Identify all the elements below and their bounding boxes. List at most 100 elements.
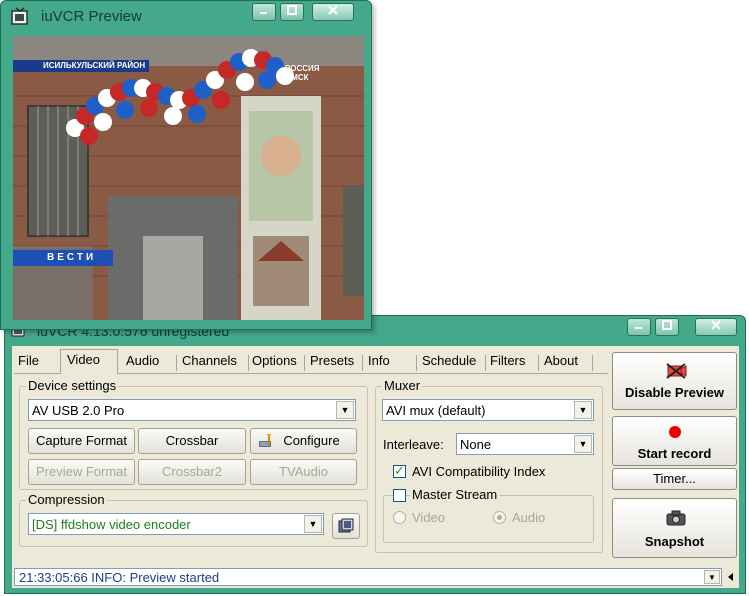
crossbar2-button[interactable]: Crossbar2 bbox=[138, 459, 246, 485]
tab-separator bbox=[416, 355, 417, 371]
tab-label: Channels bbox=[182, 353, 237, 368]
channel-logo: РОССИЯ ОМСК bbox=[285, 64, 320, 82]
start-record-button[interactable]: Start record bbox=[612, 416, 737, 466]
chevron-down-icon[interactable]: ▼ bbox=[304, 515, 322, 533]
preview-close-button[interactable] bbox=[312, 3, 354, 21]
video-preview: ИСИЛЬКУЛЬСКИЙ РАЙОН РОССИЯ ОМСК ВЕСТИ bbox=[13, 36, 364, 320]
disable-preview-label: Disable Preview bbox=[625, 385, 724, 400]
status-log[interactable]: 21:33:05:66 INFO: Preview started ▼ bbox=[14, 568, 722, 586]
radio-video-label: Video bbox=[412, 510, 446, 525]
codec-settings-button[interactable] bbox=[332, 513, 360, 539]
news-logo-text: ВЕСТИ bbox=[47, 252, 97, 263]
tab-separator bbox=[538, 355, 539, 371]
maximize-button[interactable] bbox=[655, 318, 679, 336]
muxer-select[interactable]: AVI mux (default) ▼ bbox=[382, 399, 594, 421]
compression-group: Compression [DS] ffdshow video encoder ▼ bbox=[19, 492, 368, 547]
radio-audio[interactable] bbox=[493, 511, 506, 524]
tab-info[interactable]: Info bbox=[364, 351, 416, 373]
tab-separator bbox=[592, 355, 593, 371]
tab-label: File bbox=[18, 353, 39, 368]
close-button[interactable] bbox=[695, 318, 737, 336]
interleave-select[interactable]: None ▼ bbox=[456, 433, 594, 455]
tab-about[interactable]: About bbox=[540, 351, 594, 373]
snapshot-button[interactable]: Snapshot bbox=[612, 498, 737, 558]
preview-off-icon bbox=[666, 363, 687, 379]
codec-value: [DS] ffdshow video encoder bbox=[32, 517, 191, 532]
app-icon bbox=[11, 7, 28, 25]
radio-video[interactable] bbox=[393, 511, 406, 524]
codec-settings-icon bbox=[338, 518, 354, 533]
news-logo: ВЕСТИ bbox=[13, 250, 113, 266]
maximize-icon bbox=[662, 320, 672, 330]
scroll-left-icon[interactable] bbox=[727, 572, 735, 582]
main-client-area: File Video Audio Channels Options Preset… bbox=[12, 346, 739, 588]
avi-index-checkbox[interactable]: ✓ bbox=[393, 463, 406, 478]
device-value: AV USB 2.0 Pro bbox=[32, 403, 125, 418]
tab-video[interactable]: Video bbox=[60, 349, 118, 374]
timer-button[interactable]: Timer... bbox=[612, 468, 737, 490]
close-icon bbox=[711, 320, 721, 330]
region-caption: ИСИЛЬКУЛЬСКИЙ РАЙОН bbox=[13, 60, 150, 72]
preview-format-button[interactable]: Preview Format bbox=[28, 459, 135, 485]
tab-filters[interactable]: Filters bbox=[486, 351, 538, 373]
crossbar-button[interactable]: Crossbar bbox=[138, 428, 246, 454]
camera-icon bbox=[666, 510, 686, 526]
device-settings-label: Device settings bbox=[26, 378, 119, 393]
master-stream-checkbox[interactable] bbox=[393, 489, 406, 502]
tab-options[interactable]: Options bbox=[248, 351, 304, 373]
minimize-button[interactable] bbox=[627, 318, 651, 336]
disable-preview-button[interactable]: Disable Preview bbox=[612, 352, 737, 410]
master-stream-group: Master Stream Video Audio bbox=[383, 487, 594, 543]
chevron-down-icon[interactable]: ▼ bbox=[704, 570, 720, 584]
tab-separator bbox=[362, 355, 363, 371]
tab-channels[interactable]: Channels bbox=[178, 351, 248, 373]
preview-window: iuVCR Preview ИСИЛЬКУЛЬСКИЙ РАЙОН РОССИЯ… bbox=[0, 0, 372, 330]
radio-audio-label: Audio bbox=[512, 510, 546, 525]
tab-file[interactable]: File bbox=[14, 351, 58, 373]
configure-label: Configure bbox=[283, 433, 340, 448]
maximize-icon bbox=[287, 5, 297, 15]
preview-maximize-button[interactable] bbox=[280, 3, 304, 21]
codec-select[interactable]: [DS] ffdshow video encoder ▼ bbox=[28, 513, 324, 535]
device-select[interactable]: AV USB 2.0 Pro ▼ bbox=[28, 399, 356, 421]
snapshot-label: Snapshot bbox=[644, 534, 705, 549]
checkmark-icon: ✓ bbox=[394, 463, 405, 478]
start-record-label: Start record bbox=[637, 446, 712, 461]
capture-format-button[interactable]: Capture Format bbox=[28, 428, 135, 454]
tab-label: Info bbox=[368, 353, 390, 368]
muxer-group: Muxer AVI mux (default) ▼ Interleave: No… bbox=[375, 378, 603, 553]
tab-audio[interactable]: Audio bbox=[122, 351, 174, 373]
interleave-label: Interleave: bbox=[383, 437, 444, 452]
tab-label: Schedule bbox=[422, 353, 477, 368]
configure-button[interactable]: Configure bbox=[250, 428, 357, 454]
channel-logo-line2: ОМСК bbox=[285, 73, 309, 82]
tab-separator bbox=[176, 355, 177, 371]
wrench-icon bbox=[259, 434, 271, 447]
interleave-value: None bbox=[460, 437, 492, 452]
preview-minimize-button[interactable] bbox=[252, 3, 276, 21]
tab-schedule[interactable]: Schedule bbox=[418, 351, 484, 373]
tab-label: Filters bbox=[490, 353, 526, 368]
tab-bar: File Video Audio Channels Options Preset… bbox=[14, 349, 608, 374]
avi-index-label: AVI Compatibility Index bbox=[412, 464, 546, 479]
compression-label: Compression bbox=[26, 492, 107, 507]
close-icon bbox=[328, 5, 338, 15]
tab-label: About bbox=[544, 353, 578, 368]
minimize-icon bbox=[635, 327, 642, 329]
minimize-icon bbox=[260, 12, 267, 14]
record-dot-icon bbox=[669, 426, 681, 438]
status-text: 21:33:05:66 INFO: Preview started bbox=[19, 570, 220, 585]
muxer-value: AVI mux (default) bbox=[386, 403, 486, 418]
chevron-down-icon[interactable]: ▼ bbox=[574, 401, 592, 419]
tvaudio-button[interactable]: TVAudio bbox=[250, 459, 357, 485]
main-window: iuVCR 4.13.0.576 unregistered File Video… bbox=[4, 315, 746, 594]
tab-presets[interactable]: Presets bbox=[306, 351, 362, 373]
muxer-label: Muxer bbox=[382, 378, 423, 393]
tab-label: Audio bbox=[126, 353, 160, 368]
channel-logo-line1: РОССИЯ bbox=[285, 64, 320, 73]
chevron-down-icon[interactable]: ▼ bbox=[574, 435, 592, 453]
tab-separator bbox=[304, 355, 305, 371]
master-stream-label: Master Stream bbox=[410, 487, 500, 502]
device-settings-group: Device settings AV USB 2.0 Pro ▼ Capture… bbox=[19, 378, 368, 490]
chevron-down-icon[interactable]: ▼ bbox=[336, 401, 354, 419]
